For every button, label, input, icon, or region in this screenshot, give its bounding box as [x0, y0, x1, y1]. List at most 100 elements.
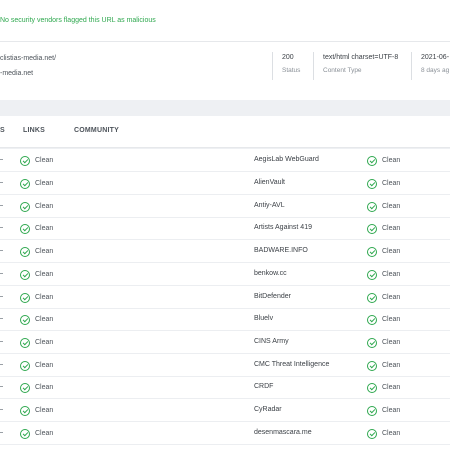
table-row: Clean desenmascara.me Clean	[0, 422, 450, 445]
left-result: Clean	[20, 292, 53, 303]
result-label: Clean	[35, 225, 54, 232]
date-label: 8 days ag	[421, 67, 450, 74]
right-result: Clean	[367, 155, 400, 166]
vendor-name: CMC Threat Intelligence	[254, 361, 330, 368]
row-edge-mark	[0, 432, 3, 433]
table-row: Clean Antiy-AVL Clean	[0, 195, 450, 218]
left-result: Clean	[20, 269, 53, 280]
result-label: Clean	[382, 407, 401, 414]
vendor-name: AegisLab WebGuard	[254, 156, 319, 163]
check-circle-icon	[367, 223, 377, 234]
check-circle-icon	[367, 292, 377, 303]
tab-details-partial[interactable]: S	[0, 127, 5, 134]
check-circle-icon	[20, 201, 30, 212]
right-result: Clean	[367, 269, 400, 280]
vendor-name: Bluelv	[254, 315, 274, 322]
left-result: Clean	[20, 360, 53, 371]
table-row: Clean benkow.cc Clean	[0, 263, 450, 286]
result-label: Clean	[382, 362, 401, 369]
check-circle-icon	[20, 246, 30, 257]
verdict-text: No security vendors flagged this URL as …	[0, 17, 156, 24]
check-circle-icon	[20, 405, 30, 416]
tab-links[interactable]: LINKS	[23, 127, 45, 134]
check-circle-icon	[20, 155, 30, 166]
result-label: Clean	[35, 430, 54, 437]
right-result: Clean	[367, 405, 400, 416]
result-label: Clean	[382, 384, 401, 391]
result-label: Clean	[35, 407, 54, 414]
table-row: Clean AlienVault Clean	[0, 172, 450, 195]
result-label: Clean	[35, 157, 54, 164]
row-edge-mark	[0, 409, 3, 410]
table-row: Clean Bluelv Clean	[0, 308, 450, 331]
divider	[313, 52, 314, 80]
detection-table: Clean AegisLab WebGuard Clean Clean AlienVau…	[0, 149, 450, 450]
status-stat: 200 Status	[282, 54, 300, 74]
left-result: Clean	[20, 428, 53, 439]
right-result: Clean	[367, 178, 400, 189]
left-result: Clean	[20, 246, 53, 257]
left-result: Clean	[20, 155, 53, 166]
vendor-name: BitDefender	[254, 293, 291, 300]
result-label: Clean	[382, 157, 401, 164]
check-circle-icon	[20, 292, 30, 303]
row-edge-mark	[0, 364, 3, 365]
content-type-value: text/html charset=UTF-8	[323, 54, 399, 61]
row-edge-mark	[0, 318, 3, 319]
result-label: Clean	[382, 316, 401, 323]
row-edge-mark	[0, 341, 3, 342]
result-label: Clean	[382, 271, 401, 278]
check-circle-icon	[367, 155, 377, 166]
result-label: Clean	[382, 180, 401, 187]
check-circle-icon	[20, 269, 30, 280]
domain-text[interactable]: -media.net	[0, 70, 33, 77]
row-edge-mark	[0, 250, 3, 251]
check-circle-icon	[367, 246, 377, 257]
table-row: Clean Artists Against 419 Clean	[0, 217, 450, 240]
check-circle-icon	[20, 360, 30, 371]
row-edge-mark	[0, 182, 3, 183]
vendor-name: CyRadar	[254, 406, 282, 413]
tab-community[interactable]: COMMUNITY	[74, 127, 119, 134]
table-row: Clean AegisLab WebGuard Clean	[0, 149, 450, 172]
left-result: Clean	[20, 405, 53, 416]
result-label: Clean	[35, 203, 54, 210]
check-circle-icon	[20, 223, 30, 234]
check-circle-icon	[20, 314, 30, 325]
result-label: Clean	[35, 362, 54, 369]
row-edge-mark	[0, 273, 3, 274]
left-result: Clean	[20, 382, 53, 393]
right-result: Clean	[367, 223, 400, 234]
left-result: Clean	[20, 178, 53, 189]
vendor-name: Artists Against 419	[254, 224, 312, 231]
table-row: Clean BADWARE.INFO Clean	[0, 240, 450, 263]
right-result: Clean	[367, 246, 400, 257]
result-label: Clean	[35, 180, 54, 187]
divider	[272, 52, 273, 80]
row-edge-mark	[0, 386, 3, 387]
vendor-name: benkow.cc	[254, 270, 287, 277]
result-label: Clean	[35, 339, 54, 346]
vendor-name: Antiy-AVL	[254, 202, 285, 209]
divider	[411, 52, 412, 80]
table-row: Clean CMC Threat Intelligence Clean	[0, 354, 450, 377]
content-type-label: Content Type	[323, 67, 362, 74]
right-result: Clean	[367, 360, 400, 371]
left-result: Clean	[20, 201, 53, 212]
right-result: Clean	[367, 337, 400, 348]
right-result: Clean	[367, 428, 400, 439]
right-result: Clean	[367, 201, 400, 212]
check-circle-icon	[367, 382, 377, 393]
check-circle-icon	[367, 405, 377, 416]
date-stat: 2021-06- 8 days ag	[421, 54, 449, 74]
check-circle-icon	[20, 337, 30, 348]
result-label: Clean	[382, 339, 401, 346]
vendor-name: AlienVault	[254, 179, 286, 186]
result-label: Clean	[382, 248, 401, 255]
check-circle-icon	[367, 428, 377, 439]
url-text[interactable]: clistias-media.net/	[0, 55, 56, 62]
right-result: Clean	[367, 314, 400, 325]
content-type-stat: text/html charset=UTF-8 Content Type	[323, 54, 398, 74]
row-edge-mark	[0, 296, 3, 297]
left-result: Clean	[20, 314, 53, 325]
